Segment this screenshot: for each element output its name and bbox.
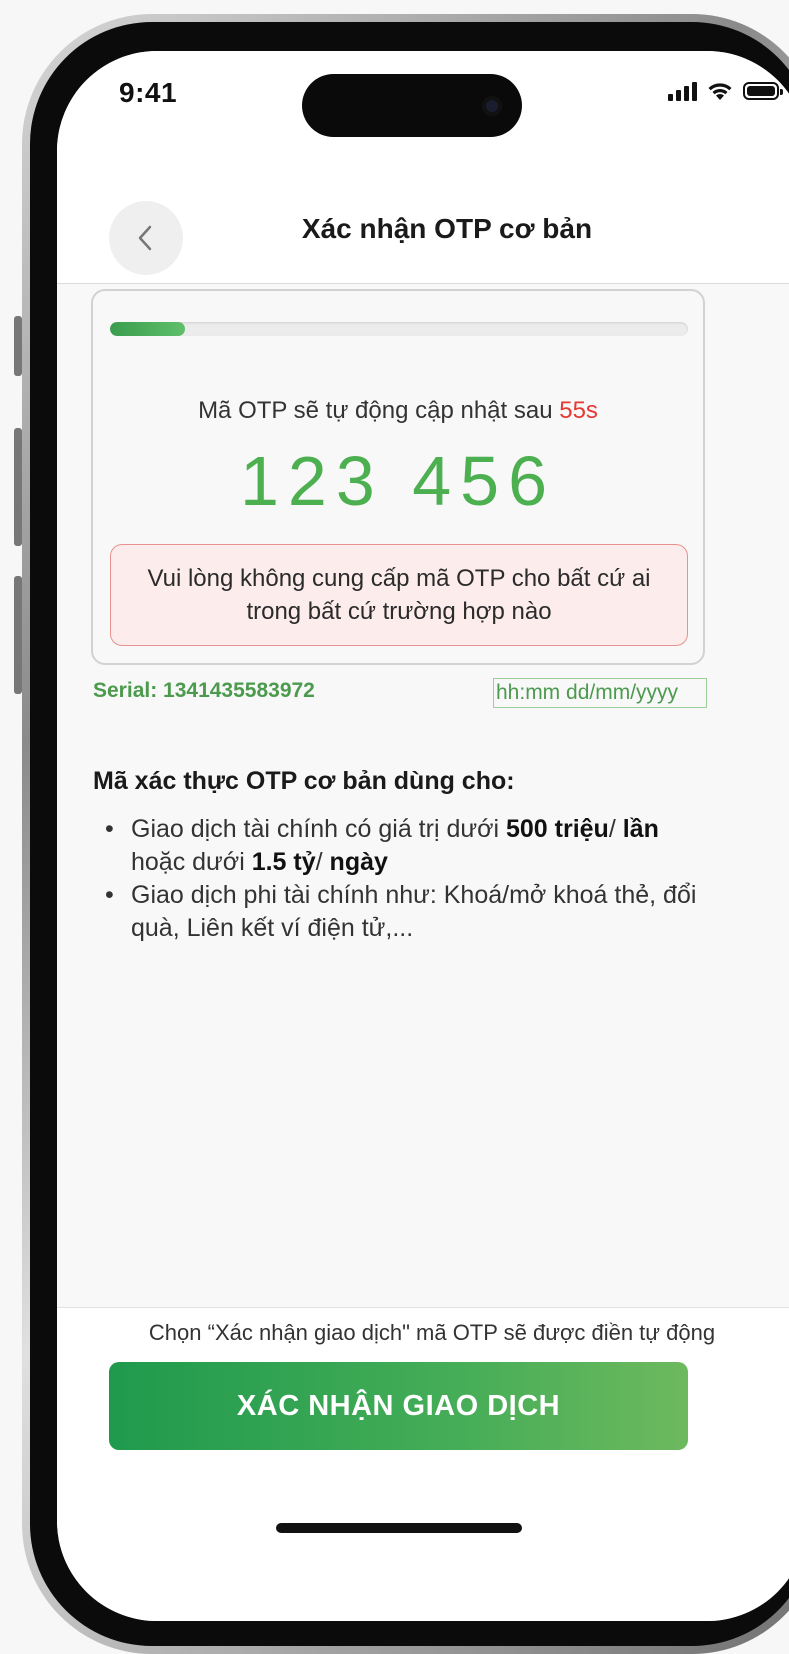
otp-card: Mã OTP sẽ tự động cập nhật sau 55s 123 4… [91, 289, 705, 665]
battery-icon [743, 82, 783, 100]
front-camera [482, 96, 502, 116]
otp-code: 123 456 [239, 442, 557, 520]
nav-header: Xác nhận OTP cơ bản [57, 151, 789, 284]
otp-progress-fill [110, 322, 186, 336]
wifi-icon [708, 83, 732, 100]
home-indicator[interactable] [276, 1523, 522, 1533]
cellular-signal-icon [668, 81, 697, 101]
otp-caption-text: Mã OTP sẽ tự động cập nhật sau [198, 397, 560, 424]
usage-item-non-financial: • Giao dịch phi tài chính như: Khoá/mở kh… [105, 881, 697, 942]
dynamic-island [302, 74, 522, 137]
bottom-action-area: Chọn “Xác nhận giao dịch" mã OTP sẽ được… [57, 1307, 789, 1621]
security-warning: Vui lòng không cung cấp mã OTP cho bất c… [110, 544, 688, 646]
volume-up-button [14, 428, 22, 546]
phone-screen: 9:41 Xác nhận OTP cơ bản Mã OTP sẽ tự độ… [57, 51, 789, 1621]
auto-fill-note: Chọn “Xác nhận giao dịch" mã OTP sẽ được… [148, 1320, 716, 1345]
silent-switch [14, 316, 22, 376]
status-time: 9:41 [119, 77, 178, 108]
otp-progress-bar [110, 322, 688, 336]
volume-down-button [14, 576, 22, 694]
usage-list: • Giao dịch tài chính có giá trị dưới 500… [101, 813, 711, 945]
otp-datetime: hh:mm dd/mm/yyyy [493, 678, 707, 708]
status-icons [668, 81, 783, 101]
status-bar: 9:41 [57, 51, 789, 151]
confirm-transaction-button[interactable]: XÁC NHẬN GIAO DỊCH [109, 1362, 688, 1450]
usage-title: Mã xác thực OTP cơ bản dùng cho: [93, 767, 515, 795]
security-warning-text: Vui lòng không cung cấp mã OTP cho bất c… [147, 565, 651, 625]
otp-countdown: 55s [559, 397, 598, 424]
otp-refresh-caption: Mã OTP sẽ tự động cập nhật sau 55s [93, 397, 703, 425]
usage-item-financial: • Giao dịch tài chính có giá trị dưới 500… [105, 815, 659, 876]
serial-number: Serial: 1341435583972 [93, 679, 315, 702]
page-title: Xác nhận OTP cơ bản [301, 213, 593, 244]
